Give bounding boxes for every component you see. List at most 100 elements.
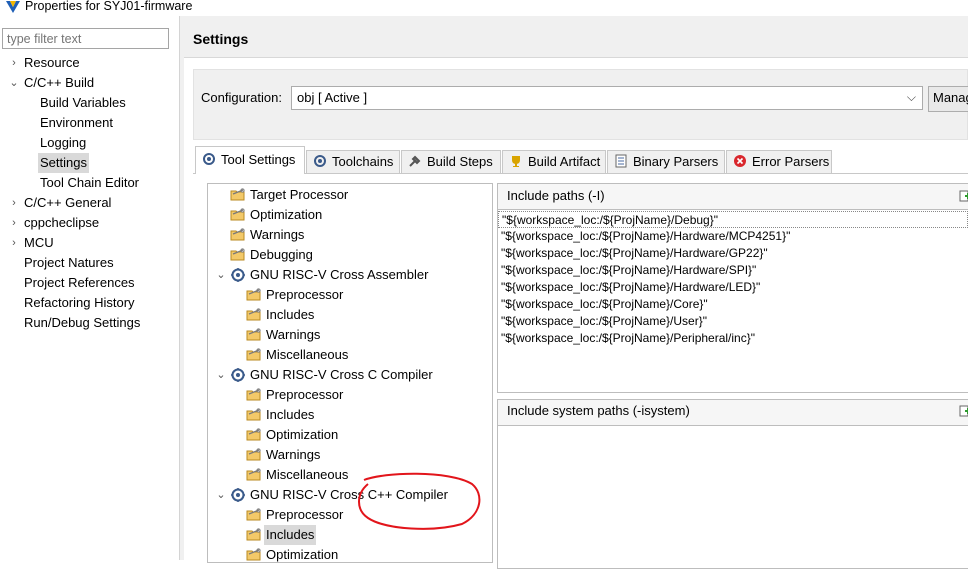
tree-node-label: Includes	[266, 407, 315, 422]
chevron-down-icon[interactable]: ⌄	[216, 265, 226, 285]
build-artifact-icon	[509, 153, 523, 167]
tree-node-label: Preprocessor	[266, 507, 344, 522]
add-path-icon[interactable]	[959, 190, 968, 202]
tab-label: Build Steps	[427, 154, 493, 169]
build-steps-icon	[408, 153, 422, 167]
nav-item-project-references[interactable]: Project References	[22, 273, 137, 293]
include-path-item[interactable]: "${workspace_loc:/${ProjName}/Peripheral…	[498, 330, 968, 347]
tab-label: Toolchains	[332, 154, 394, 169]
tree-node-label: GNU RISC-V Cross C++ Compiler	[250, 487, 448, 502]
tree-node-label: Preprocessor	[266, 387, 344, 402]
tree-node-label: Optimization	[266, 427, 339, 442]
chevron-right-icon[interactable]: ›	[9, 53, 19, 73]
tool-settings-icon	[202, 149, 216, 165]
app-logo-icon	[6, 1, 20, 13]
nav-item-c-c-build[interactable]: C/C++ Build	[22, 73, 96, 93]
settings-folder-icon	[246, 387, 262, 403]
settings-folder-icon	[246, 547, 262, 562]
nav-item-project-natures[interactable]: Project Natures	[22, 253, 116, 273]
configuration-label: Configuration:	[201, 90, 282, 105]
tab-baseline	[193, 173, 968, 174]
settings-folder-icon	[230, 227, 246, 243]
chevron-down-icon[interactable]: ⌄	[216, 365, 226, 385]
configuration-value: obj [ Active ]	[297, 90, 368, 105]
tree-node-label: Optimization	[250, 207, 323, 222]
tab-build-steps[interactable]: Build Steps	[401, 150, 501, 173]
include-path-item[interactable]: "${workspace_loc:/${ProjName}/Hardware/M…	[498, 228, 968, 245]
nav-item-resource[interactable]: Resource	[22, 53, 82, 73]
tree-node-label: GNU RISC-V Cross Assembler	[250, 267, 429, 282]
nav-item-build-variables[interactable]: Build Variables	[38, 93, 128, 113]
error-parsers-icon	[733, 153, 747, 167]
tree-node-label: Preprocessor	[266, 287, 344, 302]
tab-label: Error Parsers	[752, 154, 830, 169]
chevron-right-icon[interactable]: ›	[9, 213, 19, 233]
tree-node-label: Miscellaneous	[266, 467, 349, 482]
include-path-item[interactable]: "${workspace_loc:/${ProjName}/User}"	[498, 313, 968, 330]
settings-folder-icon	[230, 207, 246, 223]
tree-node-label: GNU RISC-V Cross C Compiler	[250, 367, 433, 382]
settings-folder-icon	[246, 287, 262, 303]
tab-toolchains[interactable]: Toolchains	[306, 150, 400, 173]
tab-build-artifact[interactable]: Build Artifact	[502, 150, 606, 173]
include-path-item[interactable]: "${workspace_loc:/${ProjName}/Hardware/S…	[498, 262, 968, 279]
include-path-item[interactable]: "${workspace_loc:/${ProjName}/Debug}"	[498, 211, 968, 228]
system-paths-title: Include system paths (-isystem)	[507, 403, 690, 418]
nav-item-mcu[interactable]: MCU	[22, 233, 56, 253]
tab-error-parsers[interactable]: Error Parsers	[726, 150, 832, 173]
chevron-down-icon[interactable]: ⌄	[216, 485, 226, 505]
add-system-path-icon[interactable]	[959, 405, 968, 417]
tree-node-label: Miscellaneous	[266, 347, 349, 362]
tab-label: Build Artifact	[528, 154, 601, 169]
settings-folder-icon	[230, 187, 246, 203]
include-paths-title: Include paths (-I)	[507, 188, 605, 203]
nav-item-logging[interactable]: Logging	[38, 133, 88, 153]
include-path-item[interactable]: "${workspace_loc:/${ProjName}/Core}"	[498, 296, 968, 313]
tool-settings-tree[interactable]: Target Processor Optimization Warnings Debu…	[207, 183, 493, 563]
tree-node-label: Debugging	[250, 247, 313, 262]
nav-item-settings[interactable]: Settings	[38, 153, 89, 173]
chevron-right-icon[interactable]: ›	[9, 193, 19, 213]
chevron-down-icon[interactable]: ⌄	[9, 73, 19, 93]
tab-label: Tool Settings	[221, 152, 296, 167]
chevron-down-icon: ⌵	[906, 90, 916, 104]
settings-folder-icon	[246, 447, 262, 463]
settings-folder-icon	[246, 467, 262, 483]
nav-item-refactoring-history[interactable]: Refactoring History	[22, 293, 137, 313]
tab-binary-parsers[interactable]: Binary Parsers	[607, 150, 725, 173]
nav-item-cppcheclipse[interactable]: cppcheclipse	[22, 213, 101, 233]
nav-item-tool-chain-editor[interactable]: Tool Chain Editor	[38, 173, 141, 193]
configuration-select[interactable]: obj [ Active ] ⌵	[291, 86, 923, 110]
tab-tool-settings[interactable]: Tool Settings	[195, 146, 305, 174]
settings-folder-icon	[246, 427, 262, 443]
filter-input[interactable]	[2, 28, 169, 49]
nav-item-c-c-general[interactable]: C/C++ General	[22, 193, 113, 213]
sash-gap	[180, 16, 184, 560]
settings-folder-icon	[230, 247, 246, 263]
settings-folder-icon	[246, 507, 262, 523]
tree-node-label: Warnings	[266, 447, 321, 462]
manage-configurations-button[interactable]: Manage Configurations...	[928, 86, 968, 112]
page-title: Settings	[193, 31, 249, 47]
include-path-item[interactable]: "${workspace_loc:/${ProjName}/Hardware/G…	[498, 245, 968, 262]
tree-node-label: Optimization	[266, 547, 339, 562]
tool-gear-icon	[230, 267, 246, 283]
tab-label: Binary Parsers	[633, 154, 719, 169]
tree-node-label: Includes	[266, 307, 315, 322]
include-paths-list[interactable]: "${workspace_loc:/${ProjName}/Debug}" "${…	[498, 211, 968, 347]
toolchains-icon	[313, 153, 327, 167]
tree-node-label: Includes	[264, 525, 317, 545]
page-header	[184, 16, 968, 58]
settings-folder-icon	[246, 347, 262, 363]
tree-node-label: Target Processor	[250, 187, 349, 202]
tool-gear-icon	[230, 367, 246, 383]
chevron-right-icon[interactable]: ›	[9, 233, 19, 253]
tree-node-label: Warnings	[250, 227, 305, 242]
nav-item-run-debug-settings[interactable]: Run/Debug Settings	[22, 313, 142, 333]
nav-item-environment[interactable]: Environment	[38, 113, 115, 133]
tool-gear-icon	[230, 487, 246, 503]
tree-node-label: Warnings	[266, 327, 321, 342]
settings-folder-icon	[246, 407, 262, 423]
settings-folder-icon	[246, 527, 262, 543]
include-path-item[interactable]: "${workspace_loc:/${ProjName}/Hardware/L…	[498, 279, 968, 296]
